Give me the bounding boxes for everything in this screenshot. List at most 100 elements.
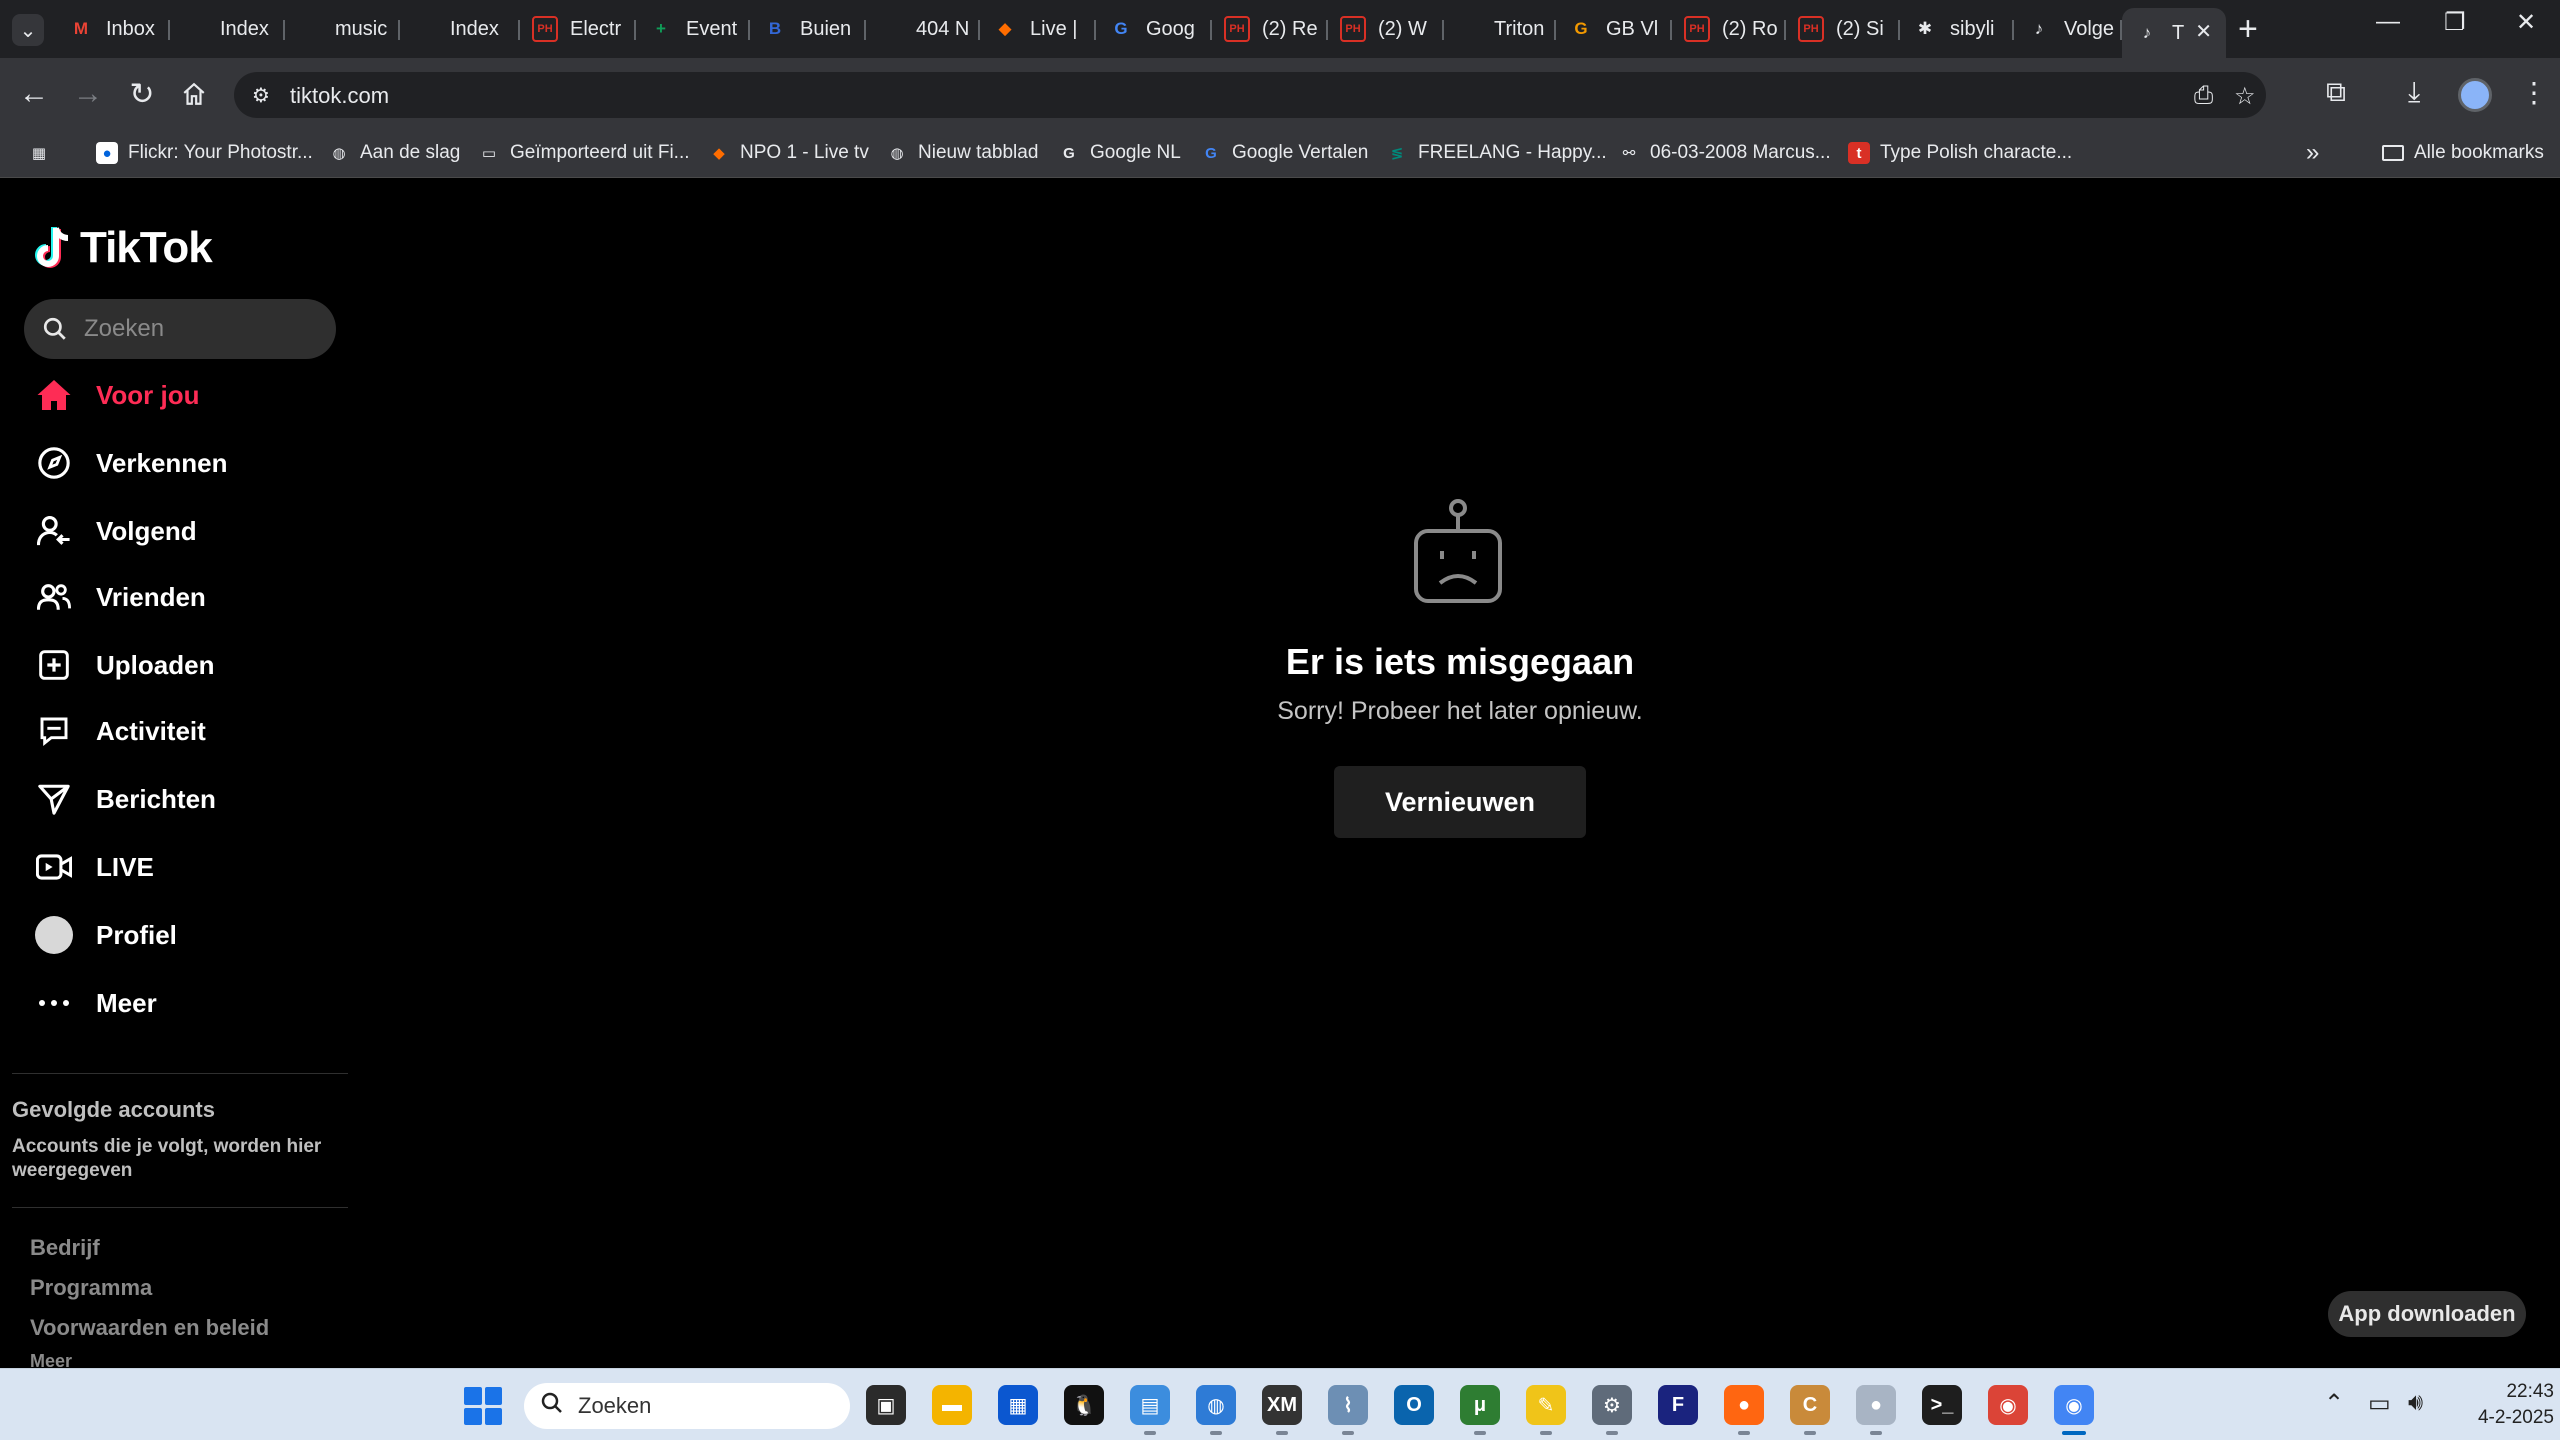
sidebar-item-profiel[interactable]: Profiel — [30, 907, 330, 963]
browser-tab[interactable]: M Inbox — [56, 8, 170, 50]
browser-tab[interactable]: ♪ Volge — [2014, 8, 2122, 50]
back-button[interactable]: ← — [12, 72, 56, 116]
sidebar-item-berichten[interactable]: Berichten — [30, 771, 330, 827]
close-window-button[interactable]: ✕ — [2516, 8, 2536, 37]
start-button[interactable] — [464, 1387, 502, 1425]
sidebar-item-voor-jou[interactable]: Voor jou — [30, 367, 330, 423]
volume-icon[interactable]: 🔊︎ — [2408, 1389, 2423, 1417]
file-explorer-icon[interactable]: ▬ — [932, 1385, 972, 1425]
torrent-icon[interactable]: μ — [1460, 1385, 1500, 1435]
bookmark-label: Aan de slag — [360, 142, 461, 163]
firefox-icon[interactable]: ● — [1724, 1385, 1764, 1435]
store-icon[interactable]: ▦ — [998, 1385, 1038, 1425]
settings-gear-icon[interactable]: ⚙ — [1592, 1385, 1632, 1435]
chrome-profile-icon[interactable]: ◉ — [1988, 1385, 2028, 1425]
browser-tab[interactable]: music — [285, 8, 400, 50]
browser-tab[interactable]: PH (2) Ro — [1672, 8, 1786, 50]
apps-button[interactable]: ▦ — [28, 138, 50, 168]
extensions-icon[interactable]: ⧉ — [2326, 76, 2346, 109]
browser-tab[interactable]: Triton — [1444, 8, 1556, 50]
browser-tab[interactable]: + Event — [636, 8, 750, 50]
network-globe-icon[interactable]: ◍ — [1196, 1385, 1236, 1435]
install-app-icon[interactable]: ⎙ — [2194, 82, 2213, 110]
address-bar[interactable]: ⚙ tiktok.com ⎙ ☆ — [234, 72, 2266, 118]
browser-tab[interactable]: PH (2) W — [1328, 8, 1444, 50]
browser-tab[interactable]: G Goog — [1096, 8, 1212, 50]
chrome-icon[interactable]: ◉ — [2054, 1385, 2094, 1435]
footer-link-company[interactable]: Bedrijf — [30, 1235, 100, 1261]
url-text[interactable]: tiktok.com — [290, 83, 389, 109]
minimize-button[interactable]: — — [2376, 8, 2400, 36]
bookmark-item[interactable]: G Google NL — [1058, 138, 1181, 168]
browser-tab[interactable]: PH (2) Si — [1786, 8, 1900, 50]
app-download-button[interactable]: App downloaden — [2328, 1291, 2526, 1337]
bookmark-item[interactable]: ◍ Nieuw tabblad — [886, 138, 1038, 168]
bookmark-item[interactable]: ▭ Geïmporteerd uit Fi... — [478, 138, 690, 168]
browser-tab[interactable]: G GB Vl — [1556, 8, 1672, 50]
restore-button[interactable]: ❐ — [2444, 8, 2466, 37]
search-input[interactable] — [84, 315, 314, 343]
sidebar-item-activiteit[interactable]: Activiteit — [30, 703, 330, 759]
home-button[interactable] — [172, 72, 216, 116]
outlook-icon[interactable]: O — [1394, 1385, 1434, 1425]
browser-profile-avatar[interactable] — [2458, 78, 2492, 112]
bookmark-star-icon[interactable]: ☆ — [2234, 82, 2256, 111]
sidebar-item-vrienden[interactable]: Vrienden — [30, 569, 330, 625]
sidebar-item-meer[interactable]: Meer — [30, 975, 330, 1031]
taskbar-clock[interactable]: 22:43 4-2-2025 — [2474, 1379, 2554, 1431]
browser-tab[interactable]: PH Electr — [520, 8, 636, 50]
browser-tab[interactable]: PH (2) Re — [1212, 8, 1328, 50]
close-tab-icon[interactable]: ✕ — [2195, 19, 2212, 44]
linux-penguin-icon[interactable]: 🐧 — [1064, 1385, 1104, 1425]
sidebar-item-uploaden[interactable]: Uploaden — [30, 637, 330, 693]
terminal-icon[interactable]: >_ — [1922, 1385, 1962, 1425]
bookmark-item[interactable]: t Type Polish characte... — [1848, 138, 2072, 168]
task-view-icon[interactable]: ▣ — [866, 1385, 906, 1425]
remote-desktop-icon[interactable]: ▤ — [1130, 1385, 1170, 1435]
tiktok-search-bar[interactable] — [24, 299, 336, 359]
browser-tab[interactable]: B Buien — [750, 8, 866, 50]
all-bookmarks-button[interactable]: Alle bookmarks — [2382, 138, 2544, 168]
sidebar-item-verkennen[interactable]: Verkennen — [30, 435, 330, 491]
footer-link-terms[interactable]: Voorwaarden en beleid — [30, 1315, 269, 1341]
tiktok-logo[interactable]: TikTok — [34, 223, 213, 273]
bookmark-item[interactable]: ⚯ 06-03-2008 Marcus... — [1618, 138, 1831, 168]
browser-tab[interactable]: Index — [400, 8, 520, 50]
bookmark-item[interactable]: ◆ NPO 1 - Live tv — [708, 138, 869, 168]
monitor-graph-icon[interactable]: ⌇ — [1328, 1385, 1368, 1435]
more-bookmarks-chevron-icon[interactable]: » — [2306, 138, 2319, 168]
tab-search-button[interactable]: ⌄ — [12, 14, 44, 46]
site-info-icon[interactable]: ⚙ — [248, 82, 274, 108]
refresh-button[interactable]: Vernieuwen — [1334, 766, 1586, 838]
bookmark-item[interactable]: G Google Vertalen — [1200, 138, 1368, 168]
reload-button[interactable]: ↻ — [120, 72, 164, 116]
pencil-tool-icon[interactable]: ✎ — [1526, 1385, 1566, 1435]
browser-tab[interactable]: Index — [170, 8, 285, 50]
browser-tab[interactable]: 404 N — [866, 8, 980, 50]
sphere-icon[interactable]: ● — [1856, 1385, 1896, 1435]
sidebar-item-label: Verkennen — [96, 447, 228, 478]
bookmark-item[interactable]: ● Flickr: Your Photostr... — [96, 138, 313, 168]
f-app-icon[interactable]: F — [1658, 1385, 1698, 1425]
browser-tab[interactable]: ◆ Live | — [980, 8, 1096, 50]
sidebar-item-volgend[interactable]: Volgend — [30, 503, 330, 559]
sidebar-item-live[interactable]: LIVE — [30, 839, 330, 895]
browser-tab-active[interactable]: ♪ T ✕ — [2122, 8, 2226, 58]
taskbar-search[interactable]: Zoeken — [524, 1383, 850, 1429]
browser-tab-label: (2) Ro — [1722, 17, 1778, 40]
blank-page-icon — [878, 16, 904, 42]
footer-link-more[interactable]: Meer — [30, 1351, 72, 1368]
forward-button[interactable]: → — [66, 72, 110, 116]
bookmark-item[interactable]: ≶ FREELANG - Happy... — [1386, 138, 1607, 168]
footer-link-program[interactable]: Programma — [30, 1275, 152, 1301]
bookmark-item[interactable]: ◍ Aan de slag — [328, 138, 460, 168]
reddit-ph-icon: PH — [1684, 16, 1710, 42]
xm-play-icon[interactable]: XM — [1262, 1385, 1302, 1435]
menu-kebab-icon[interactable]: ⋮ — [2520, 76, 2548, 109]
network-icon[interactable]: ▭ — [2368, 1389, 2391, 1418]
new-tab-button[interactable]: + — [2238, 10, 2258, 49]
show-hidden-icons-chevron-icon[interactable]: ⌃ — [2324, 1389, 2344, 1418]
c-app-icon[interactable]: C — [1790, 1385, 1830, 1435]
download-icon[interactable]: ⤓ — [2408, 76, 2420, 109]
browser-tab[interactable]: ✱ sibyli — [1900, 8, 2014, 50]
